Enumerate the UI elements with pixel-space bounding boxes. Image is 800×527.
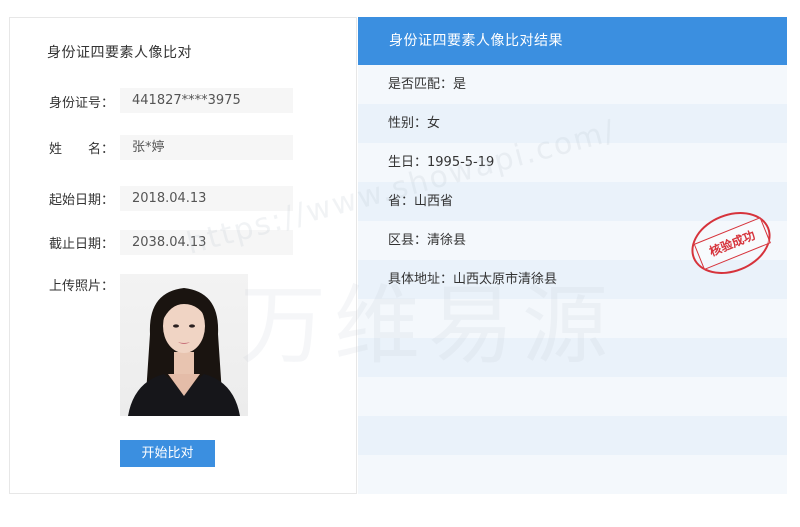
result-row-empty [358,416,787,455]
name-field[interactable]: 张*婷 [120,135,293,160]
start-date-label: 起始日期： [49,193,115,208]
result-row-empty [358,377,787,416]
form-title: 身份证四要素人像比对 [47,45,192,61]
id-number-label: 身份证号： [49,96,115,111]
photo-label: 上传照片： [49,279,115,294]
result-row-empty [358,338,787,377]
end-date-label: 截止日期： [49,237,115,252]
result-row-empty [358,299,787,338]
uploaded-photo[interactable] [120,274,248,416]
id-number-field[interactable]: 441827****3975 [120,88,293,113]
start-compare-button[interactable]: 开始比对 [120,440,215,467]
start-date-field[interactable]: 2018.04.13 [120,186,293,211]
result-row-match: 是否匹配：是 [358,65,787,104]
end-date-field[interactable]: 2038.04.13 [120,230,293,255]
result-row-gender: 性别：女 [358,104,787,143]
result-row-empty [358,455,787,494]
name-label: 姓 名： [49,142,115,157]
result-row-birthday: 生日：1995-5-19 [358,143,787,182]
portrait-image [128,288,240,416]
comparison-form-card: 身份证四要素人像比对 身份证号： 441827****3975 姓 名： 张*婷… [9,17,357,494]
result-title: 身份证四要素人像比对结果 [358,17,787,65]
